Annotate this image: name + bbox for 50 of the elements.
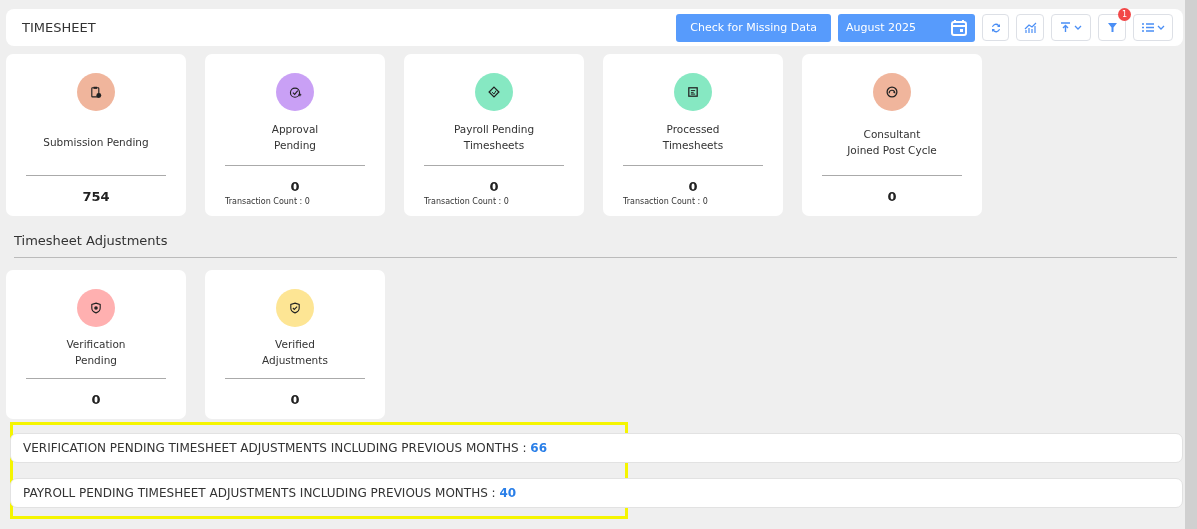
refresh-button[interactable] [982,14,1009,41]
page-title: TIMESHEET [22,20,96,35]
adjustment-total-text: VERIFICATION PENDING TIMESHEET ADJUSTMENTS INCLUDING PREVIOUS MONTHS : 66 [23,441,547,455]
card-title: Consultant [863,127,921,142]
tag-icon [487,85,501,99]
shield-icon [89,301,103,315]
month-picker[interactable]: August 2025 [838,13,975,42]
card-title: Joined Post Cycle [847,143,937,158]
refresh-icon [989,21,1002,34]
check-missing-data-button[interactable]: Check for Missing Data [676,13,831,42]
bar-chart-icon [1023,21,1037,34]
gauge-icon [885,85,899,99]
card-title: Timesheets [463,138,525,153]
card-title: Pending [75,352,117,368]
card-title: Verified [275,336,315,352]
count-value: 0 [489,179,499,194]
card-title: Payroll Pending [453,122,535,137]
section-title: Timesheet Adjustments [14,233,1177,258]
count-value: 0 [290,179,300,194]
caret-icon [1074,24,1082,31]
transaction-count: Transaction Count : 0 [424,197,509,206]
card-title: Approval [271,122,319,137]
check-circle-icon [288,85,302,99]
clipboard-icon [89,85,103,99]
card-title: Verification [66,336,126,352]
shield-check-icon [288,301,302,315]
chart-button[interactable] [1016,14,1044,41]
document-icon [686,85,700,99]
count-value: 0 [688,179,698,194]
calendar-icon [951,19,967,36]
filter-icon [1106,22,1118,33]
transaction-count: Transaction Count : 0 [225,197,310,206]
count-value: 0 [887,189,897,204]
card-title: Submission Pending [43,135,149,150]
adjustment-total-text: PAYROLL PENDING TIMESHEET ADJUSTMENTS INCLUDING PREVIOUS MONTHS : 40 [23,486,517,500]
transaction-count: Transaction Count : 0 [623,197,708,206]
card-title: Pending [274,138,316,153]
count-value: 754 [82,189,110,204]
count-value: 0 [290,392,300,407]
card-title: Timesheets [662,138,724,153]
caret-icon [1156,24,1165,31]
upload-dropdown-button[interactable] [1051,14,1091,41]
notification-badge: 1 [1118,8,1131,21]
upload-icon [1060,22,1071,33]
count-value: 0 [91,392,101,407]
card-title: Processed [666,122,720,137]
scrollbar[interactable] [1185,0,1197,529]
card-title: Adjustments [262,352,328,368]
list-icon [1141,23,1154,32]
list-view-dropdown-button[interactable] [1133,14,1173,41]
